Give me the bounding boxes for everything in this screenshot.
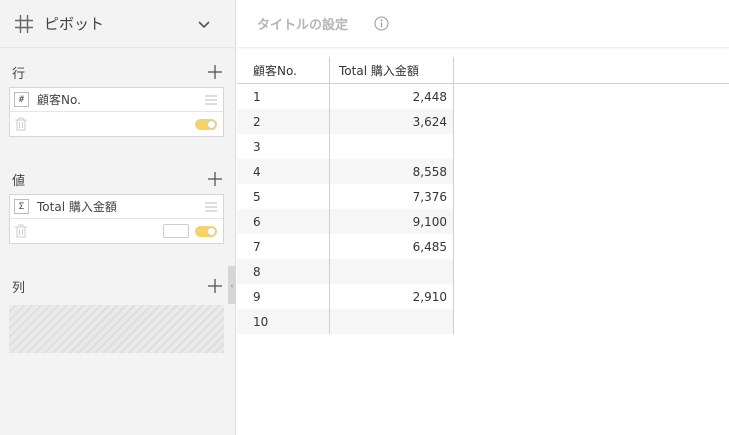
cell-customer-no: 6	[237, 209, 330, 234]
cell-total-purchase: 9,100	[330, 209, 454, 234]
view-title-input[interactable]: タイトルの設定	[257, 14, 348, 33]
value-field-toggle[interactable]	[195, 225, 217, 237]
pivot-title: ピボット	[44, 15, 105, 33]
sum-type-icon: Σ	[14, 199, 29, 214]
table-row: 6 9,100	[237, 209, 729, 234]
cell-total-purchase	[330, 309, 454, 334]
header-total-purchase[interactable]: Total 購入金額	[330, 57, 454, 83]
columns-drop-zone[interactable]	[9, 305, 224, 353]
columns-section-label: 列	[12, 280, 26, 296]
pivot-view: タイトルの設定 顧客No. Total 購入金額 1 2,448 2 3,624 3 4 8…	[237, 0, 729, 435]
row-field-card[interactable]: # 顧客No.	[9, 87, 224, 137]
cell-customer-no: 1	[237, 84, 330, 109]
chevron-left-icon: ‹	[230, 280, 234, 290]
table-row: 10	[237, 309, 729, 334]
columns-section: 列	[0, 271, 236, 353]
pivot-grid-icon	[15, 14, 33, 33]
cell-customer-no: 7	[237, 234, 330, 259]
add-value-field-icon[interactable]	[208, 172, 222, 186]
values-section: 値 Σ Total 購入金額	[0, 164, 236, 244]
cell-total-purchase: 6,485	[330, 234, 454, 259]
table-header-row: 顧客No. Total 購入金額	[237, 57, 729, 84]
cell-total-purchase: 7,376	[330, 184, 454, 209]
drag-handle-icon[interactable]	[205, 95, 217, 105]
table-row: 7 6,485	[237, 234, 729, 259]
table-row: 1 2,448	[237, 84, 729, 109]
value-field-name: Total 購入金額	[37, 200, 117, 214]
chevron-down-icon[interactable]	[197, 17, 211, 31]
cell-customer-no: 8	[237, 259, 330, 284]
pivot-header[interactable]: ピボット	[0, 0, 235, 48]
table-row: 4 8,558	[237, 159, 729, 184]
cell-customer-no: 4	[237, 159, 330, 184]
cell-total-purchase: 2,448	[330, 84, 454, 109]
rows-section: 行 # 顧客No.	[0, 57, 236, 137]
table-row: 2 3,624	[237, 109, 729, 134]
values-section-label: 値	[12, 173, 26, 189]
trash-icon[interactable]	[14, 117, 28, 131]
table-row: 5 7,376	[237, 184, 729, 209]
value-format-input[interactable]	[163, 224, 189, 238]
cell-customer-no: 2	[237, 109, 330, 134]
cell-customer-no: 3	[237, 134, 330, 159]
cell-total-purchase: 8,558	[330, 159, 454, 184]
view-header: タイトルの設定	[237, 0, 729, 48]
cell-total-purchase	[330, 134, 454, 159]
pivot-table: 顧客No. Total 購入金額 1 2,448 2 3,624 3 4 8,558 5 7,3…	[237, 57, 729, 334]
number-type-icon: #	[14, 92, 29, 107]
cell-total-purchase	[330, 259, 454, 284]
cell-total-purchase: 3,624	[330, 109, 454, 134]
collapse-panel-handle[interactable]: ‹	[228, 266, 236, 304]
cell-customer-no: 10	[237, 309, 330, 334]
drag-handle-icon[interactable]	[205, 202, 217, 212]
table-body: 1 2,448 2 3,624 3 4 8,558 5 7,376 6 9,100 7 6,485 8 9 2…	[237, 84, 729, 334]
row-field-toggle[interactable]	[195, 118, 217, 130]
cell-total-purchase: 2,910	[330, 284, 454, 309]
row-field-name: 顧客No.	[37, 93, 81, 107]
pivot-panel: ピボット 行 # 顧客No. 値 Σ Total 購入金額 列 ‹	[0, 0, 236, 435]
trash-icon[interactable]	[14, 224, 28, 238]
add-row-field-icon[interactable]	[208, 65, 222, 79]
table-row: 8	[237, 259, 729, 284]
cell-customer-no: 5	[237, 184, 330, 209]
value-field-card[interactable]: Σ Total 購入金額	[9, 194, 224, 244]
info-icon[interactable]	[374, 16, 389, 31]
table-row: 9 2,910	[237, 284, 729, 309]
rows-section-label: 行	[12, 66, 26, 82]
add-column-field-icon[interactable]	[208, 279, 222, 293]
table-row: 3	[237, 134, 729, 159]
cell-customer-no: 9	[237, 284, 330, 309]
header-customer-no[interactable]: 顧客No.	[237, 57, 330, 83]
